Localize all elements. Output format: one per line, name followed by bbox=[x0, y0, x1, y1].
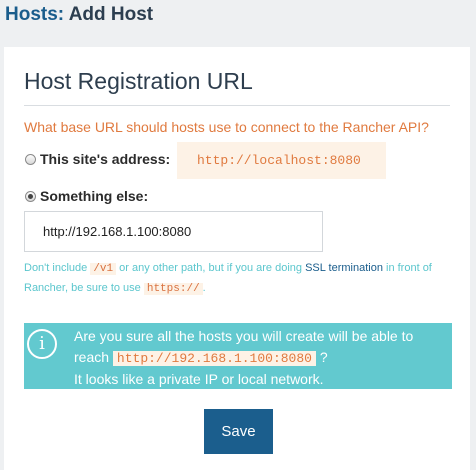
ssl-termination-link[interactable]: SSL termination bbox=[305, 262, 383, 274]
something-else-radio[interactable] bbox=[25, 190, 36, 202]
title-divider bbox=[24, 105, 450, 106]
card-title: Host Registration URL bbox=[24, 68, 253, 94]
host-registration-card: Host Registration URL What base URL shou… bbox=[4, 47, 470, 470]
help-code-v1: /v1 bbox=[90, 263, 117, 275]
url-question: What base URL should hosts use to connec… bbox=[24, 119, 429, 135]
help-text-part: or any other path, but if you are doing bbox=[116, 262, 306, 274]
page-header: Hosts: Add Host bbox=[5, 4, 153, 26]
alert-line-1: Are you sure all the hosts you will crea… bbox=[74, 328, 414, 344]
site-address-label: This site's address: bbox=[40, 151, 171, 167]
site-address-value: http://localhost:8080 bbox=[177, 142, 386, 179]
help-code-https: https:// bbox=[143, 283, 203, 295]
alert-url-code: http://192.168.1.100:8080 bbox=[112, 351, 316, 366]
help-text: Don't include /v1 or any other path, but… bbox=[24, 259, 454, 299]
private-ip-alert: i Are you sure all the hosts you will cr… bbox=[24, 323, 452, 389]
alert-line-2-suffix: ? bbox=[315, 349, 328, 365]
radio-option-site-address[interactable]: This site's address: bbox=[25, 151, 170, 167]
help-text-part: Don't include bbox=[24, 262, 91, 274]
radio-option-something-else[interactable]: Something else: bbox=[25, 188, 148, 204]
alert-message: Are you sure all the hosts you will crea… bbox=[74, 326, 413, 390]
something-else-label: Something else: bbox=[40, 188, 149, 204]
alert-line-2-prefix: reach bbox=[74, 349, 113, 365]
custom-url-input[interactable] bbox=[24, 211, 323, 252]
page-title: Add Host bbox=[68, 4, 154, 25]
breadcrumb-hosts[interactable]: Hosts: bbox=[5, 4, 64, 25]
help-text-part: . bbox=[202, 282, 206, 294]
site-address-radio[interactable] bbox=[25, 153, 36, 165]
info-icon: i bbox=[27, 329, 57, 359]
alert-line-3: It looks like a private IP or local netw… bbox=[74, 371, 324, 387]
save-button[interactable]: Save bbox=[204, 409, 273, 454]
